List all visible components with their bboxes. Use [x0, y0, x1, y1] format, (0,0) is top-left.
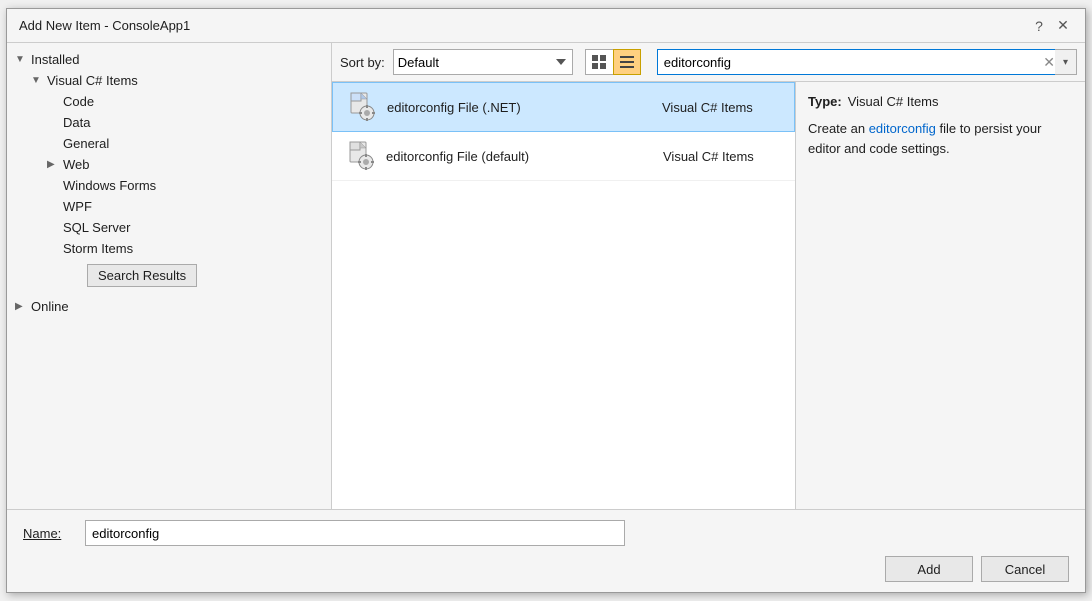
- grid-view-button[interactable]: [585, 49, 613, 75]
- toolbar: Sort by: Default Name Type: [332, 43, 1085, 82]
- sidebar-item-storm-items[interactable]: Storm Items: [7, 238, 331, 259]
- installed-label: Installed: [31, 52, 323, 67]
- sidebar-item-installed[interactable]: ▼ Installed: [7, 49, 331, 70]
- item-row[interactable]: editorconfig File (.NET) Visual C# Items: [332, 82, 795, 132]
- info-panel: Type: Visual C# Items Create an editorco…: [795, 82, 1085, 509]
- editorconfig-link[interactable]: editorconfig: [869, 121, 936, 136]
- visual-csharp-label: Visual C# Items: [47, 73, 323, 88]
- web-label: Web: [63, 157, 323, 172]
- item-category-2: Visual C# Items: [663, 149, 783, 164]
- data-label: Data: [63, 115, 323, 130]
- cancel-button[interactable]: Cancel: [981, 556, 1069, 582]
- general-label: General: [63, 136, 323, 151]
- search-results-button[interactable]: Search Results: [87, 264, 197, 287]
- add-button[interactable]: Add: [885, 556, 973, 582]
- installed-arrow: ▼: [15, 54, 27, 65]
- view-toggle: [585, 49, 641, 75]
- item-row[interactable]: editorconfig File (default) Visual C# It…: [332, 132, 795, 181]
- title-bar: Add New Item - ConsoleApp1 ? ✕: [7, 9, 1085, 43]
- sidebar-item-windows-forms[interactable]: Windows Forms: [7, 175, 331, 196]
- action-row: Add Cancel: [23, 556, 1069, 582]
- content-area: editorconfig File (.NET) Visual C# Items: [332, 82, 1085, 509]
- name-row: Name:: [23, 520, 1069, 546]
- dialog-body: ▼ Installed ▼ Visual C# Items Code Data …: [7, 43, 1085, 509]
- sidebar-item-online[interactable]: ▶ Online: [7, 296, 331, 317]
- close-button[interactable]: ✕: [1053, 16, 1073, 36]
- item-name-1: editorconfig File (.NET): [387, 100, 652, 115]
- name-input[interactable]: [85, 520, 625, 546]
- type-label: Type:: [808, 94, 842, 109]
- editorconfig-net-icon: [345, 91, 377, 123]
- item-category-1: Visual C# Items: [662, 100, 782, 115]
- grid-icon: [592, 55, 606, 69]
- help-button[interactable]: ?: [1029, 16, 1049, 36]
- sort-label: Sort by:: [340, 55, 385, 70]
- list-view-button[interactable]: [613, 49, 641, 75]
- main-area: Sort by: Default Name Type: [332, 43, 1085, 509]
- code-label: Code: [63, 94, 323, 109]
- windows-forms-label: Windows Forms: [63, 178, 323, 193]
- items-list: editorconfig File (.NET) Visual C# Items: [332, 82, 795, 509]
- search-box-area: ✕ ▾: [657, 49, 1077, 75]
- item-name-2: editorconfig File (default): [386, 149, 653, 164]
- sort-select[interactable]: Default Name Type: [393, 49, 573, 75]
- online-arrow: ▶: [15, 301, 27, 312]
- sidebar-item-web[interactable]: ▶ Web: [7, 154, 331, 175]
- sidebar-item-wpf[interactable]: WPF: [7, 196, 331, 217]
- sidebar-item-visual-csharp[interactable]: ▼ Visual C# Items: [7, 70, 331, 91]
- list-icon: [620, 55, 634, 69]
- bottom-bar: Name: Add Cancel: [7, 509, 1085, 592]
- title-buttons: ? ✕: [1029, 16, 1073, 36]
- sidebar-item-sql-server[interactable]: SQL Server: [7, 217, 331, 238]
- online-label: Online: [31, 299, 323, 314]
- search-input[interactable]: [657, 49, 1077, 75]
- type-value: Visual C# Items: [848, 94, 939, 109]
- web-arrow: ▶: [47, 159, 59, 170]
- sidebar-item-code[interactable]: Code: [7, 91, 331, 112]
- info-description: Create an editorconfig file to persist y…: [808, 119, 1073, 158]
- sidebar: ▼ Installed ▼ Visual C# Items Code Data …: [7, 43, 332, 509]
- search-dropdown-button[interactable]: ▾: [1055, 49, 1077, 75]
- editorconfig-default-icon: [344, 140, 376, 172]
- info-type-row: Type: Visual C# Items: [808, 94, 1073, 109]
- sql-server-label: SQL Server: [63, 220, 323, 235]
- wpf-label: WPF: [63, 199, 323, 214]
- name-label: Name:: [23, 526, 73, 541]
- dialog-title: Add New Item - ConsoleApp1: [19, 18, 190, 33]
- sidebar-item-general[interactable]: General: [7, 133, 331, 154]
- storm-items-label: Storm Items: [63, 241, 323, 256]
- dialog: Add New Item - ConsoleApp1 ? ✕ ▼ Install…: [6, 8, 1086, 593]
- search-clear-button[interactable]: ✕: [1043, 54, 1055, 71]
- visual-csharp-arrow: ▼: [31, 75, 43, 86]
- sidebar-item-data[interactable]: Data: [7, 112, 331, 133]
